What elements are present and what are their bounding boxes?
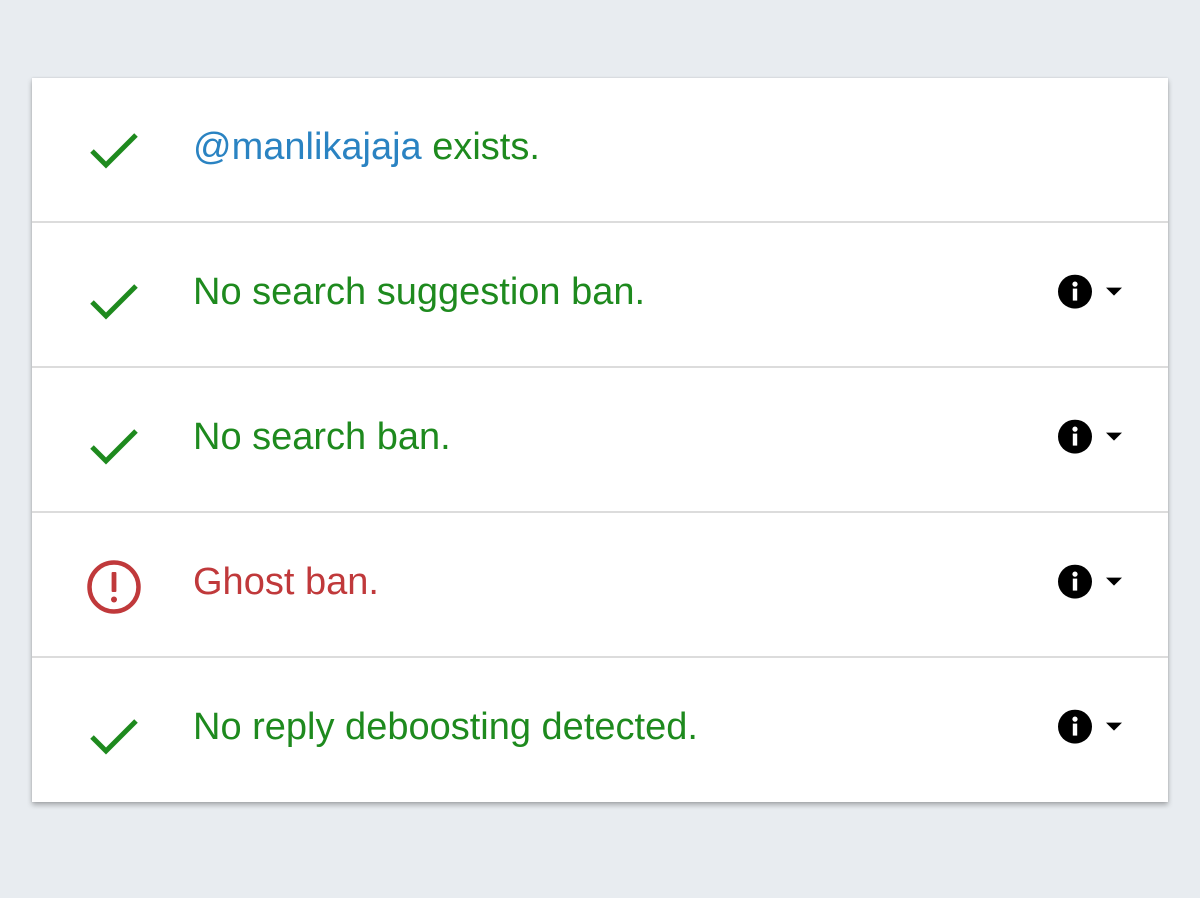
checkmark-icon xyxy=(86,122,142,178)
results-card: @manlikajaja exists. No search suggestio… xyxy=(32,78,1168,802)
account-handle[interactable]: @manlikajaja xyxy=(193,125,422,167)
info-icon[interactable] xyxy=(1058,419,1092,454)
row-actions xyxy=(1058,274,1122,309)
checkmark-icon xyxy=(86,418,142,474)
checkmark-icon xyxy=(86,708,142,764)
check-label: No search ban. xyxy=(193,415,451,458)
check-row-ghost-ban[interactable]: Ghost ban. xyxy=(32,513,1168,658)
check-label: No search suggestion ban. xyxy=(193,270,646,313)
check-row-search-suggestion-ban[interactable]: No search suggestion ban. xyxy=(32,223,1168,368)
chevron-down-icon[interactable] xyxy=(1106,286,1122,296)
info-icon[interactable] xyxy=(1058,564,1092,599)
row-actions xyxy=(1058,709,1122,744)
check-row-search-ban[interactable]: No search ban. xyxy=(32,368,1168,513)
check-text: exists. xyxy=(421,125,540,168)
chevron-down-icon[interactable] xyxy=(1106,722,1122,732)
warning-circle-icon xyxy=(86,559,142,615)
row-actions xyxy=(1058,564,1122,599)
checkmark-icon xyxy=(86,273,142,329)
check-label: Ghost ban. xyxy=(193,560,379,603)
check-label: No reply deboosting detected. xyxy=(193,705,698,748)
check-label: @manlikajaja exists. xyxy=(193,125,540,168)
check-row-reply-deboosting[interactable]: No reply deboosting detected. xyxy=(32,658,1168,802)
info-icon[interactable] xyxy=(1058,709,1092,744)
row-actions xyxy=(1058,419,1122,454)
chevron-down-icon[interactable] xyxy=(1106,431,1122,441)
chevron-down-icon[interactable] xyxy=(1106,576,1122,586)
info-icon[interactable] xyxy=(1058,274,1092,309)
check-row-account-exists: @manlikajaja exists. xyxy=(32,78,1168,223)
